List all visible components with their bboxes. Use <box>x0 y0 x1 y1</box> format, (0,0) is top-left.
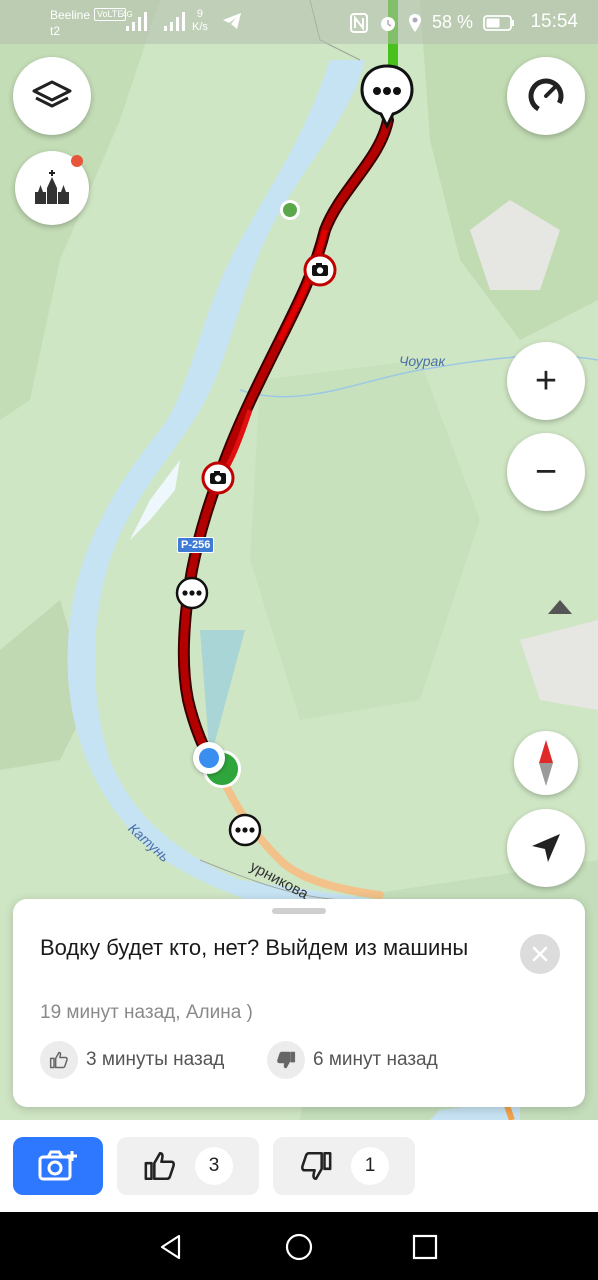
telegram-icon <box>223 13 241 29</box>
thumb-up-icon <box>40 1041 78 1079</box>
places-button[interactable] <box>15 151 89 225</box>
location-icon <box>409 13 421 32</box>
compass-icon <box>539 740 553 786</box>
compass-button[interactable] <box>514 731 578 795</box>
back-icon <box>160 1234 181 1260</box>
system-nav-bar <box>0 1212 598 1280</box>
zoom-out-button[interactable]: − <box>507 433 585 511</box>
home-button[interactable] <box>282 1230 316 1264</box>
locate-me-button[interactable] <box>507 809 585 887</box>
carrier-name: Beeline <box>50 8 91 22</box>
speed-camera-icon[interactable] <box>201 461 235 495</box>
recents-button[interactable] <box>408 1230 442 1264</box>
layers-button[interactable] <box>13 57 91 135</box>
carrier-name-2: t2 <box>50 24 61 38</box>
thumb-up-icon <box>144 1151 175 1181</box>
stream-label: Чоурак <box>399 353 445 369</box>
minus-icon: − <box>534 451 558 493</box>
status-bar: Beeline VoLTE t2 4G 9 K/s 58 % 15:54 <box>0 0 598 44</box>
back-button[interactable] <box>154 1230 188 1264</box>
drag-handle[interactable] <box>272 908 326 914</box>
last-dislike-time: 6 минут назад <box>313 1049 438 1070</box>
add-photo-icon <box>38 1150 77 1181</box>
action-bar: 3 1 <box>0 1120 598 1212</box>
navigation-arrow-icon <box>532 834 560 862</box>
church-icon <box>35 170 69 204</box>
alarm-icon <box>381 16 395 31</box>
chat-marker-icon[interactable] <box>174 576 210 612</box>
recents-icon <box>412 1234 438 1260</box>
nfc-icon <box>350 12 368 33</box>
battery-icon <box>483 14 515 31</box>
close-icon <box>532 946 548 962</box>
thumb-down-icon <box>267 1041 305 1079</box>
signal-icon-2 <box>164 12 185 31</box>
layers-icon <box>32 80 72 108</box>
like-count: 3 <box>195 1147 233 1185</box>
chat-marker-icon[interactable] <box>227 813 263 849</box>
network-speed: 9 K/s <box>192 8 208 33</box>
event-message: Водку будет кто, нет? Выйдем из машины <box>40 935 469 960</box>
clock: 15:54 <box>530 11 578 32</box>
like-button[interactable]: 3 <box>117 1137 259 1195</box>
add-photo-button[interactable] <box>13 1137 103 1195</box>
chat-marker-icon[interactable] <box>360 64 414 130</box>
speed-camera-icon[interactable] <box>303 253 337 287</box>
event-meta: 19 минут назад, Алина ) <box>40 1002 253 1023</box>
home-icon <box>285 1233 313 1261</box>
dislike-count: 1 <box>351 1147 389 1185</box>
profile-button[interactable] <box>507 57 585 135</box>
last-like: 3 минуты назад <box>40 1041 224 1079</box>
status-icons: 58 % <box>350 12 515 33</box>
dislike-button[interactable]: 1 <box>273 1137 415 1195</box>
speedometer-icon <box>528 78 564 114</box>
zoom-in-button[interactable]: + <box>507 342 585 420</box>
plus-icon: + <box>534 360 558 402</box>
close-button[interactable] <box>520 934 560 974</box>
last-dislike: 6 минут назад <box>267 1041 438 1079</box>
event-card[interactable]: Водку будет кто, нет? Выйдем из машины 1… <box>13 899 585 1107</box>
road-number-badge: Р-256 <box>177 537 215 553</box>
thumb-down-icon <box>301 1151 332 1181</box>
last-like-time: 3 минуты назад <box>86 1049 225 1070</box>
battery-percent: 58 % <box>432 12 474 32</box>
user-location-dot <box>193 742 225 774</box>
notification-dot <box>71 155 83 167</box>
signal-icon <box>126 12 147 31</box>
